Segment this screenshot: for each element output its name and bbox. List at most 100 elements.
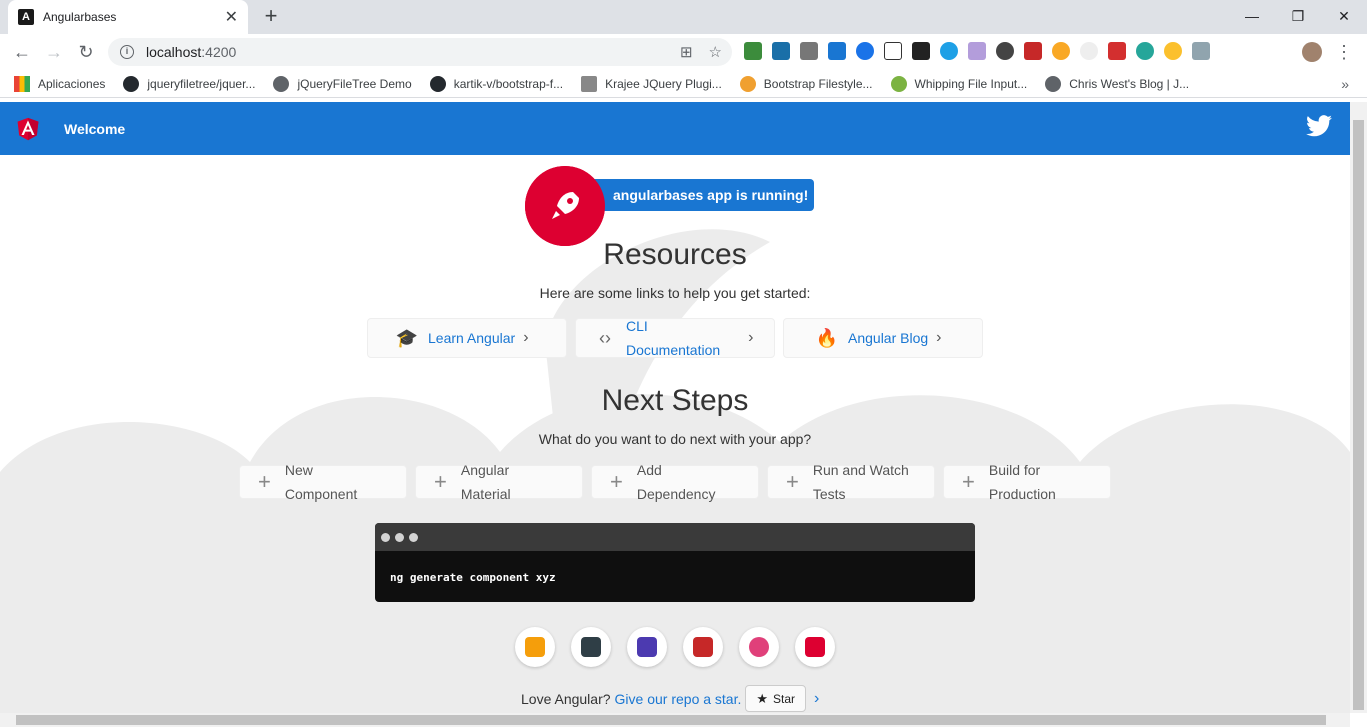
site-info-icon[interactable]: i [120,45,134,59]
terminal-dot [381,532,390,542]
angular-blog-card[interactable]: 🔥 Angular Blog › [783,318,983,358]
step-build-production[interactable]: + Build for Production [943,462,1111,502]
extension-icon[interactable] [1024,42,1042,60]
love-angular-row: Love Angular? Give our repo a star. ★ St… [521,685,819,712]
partner-links [515,627,835,667]
extension-icon[interactable] [1136,42,1154,60]
chevron-right-icon: › [936,329,942,346]
resources-subtitle: Here are some links to help you get star… [539,285,811,301]
extension-icon[interactable] [884,42,902,60]
translate-icon[interactable]: ⊞ [680,43,693,61]
nx-link[interactable] [627,627,667,667]
terminal-header [375,523,975,551]
chevron-right-icon[interactable]: › [814,690,819,708]
terminal-dot [409,532,418,542]
bookmark-item[interactable]: jQueryFileTree Demo [273,76,412,92]
krajee-icon [581,76,598,92]
close-tab-icon[interactable]: ✕ [225,7,238,27]
extensions-bar [744,42,1210,60]
step-add-dependency[interactable]: + Add Dependency [591,462,759,502]
gitter-icon [805,637,825,657]
gitter-link[interactable] [795,627,835,667]
github-icon [429,76,446,92]
bookmark-item[interactable]: Bootstrap Filestyle... [739,76,873,92]
extension-icon[interactable] [1052,42,1070,60]
globe-icon [1045,76,1062,92]
step-run-watch-tests[interactable]: + Run and Watch Tests [767,462,935,502]
extension-icon[interactable] [1080,42,1098,60]
plus-icon: + [258,469,271,494]
next-steps-heading: Next Steps [601,384,749,417]
extension-icon[interactable] [856,42,874,60]
meetup-link[interactable] [739,627,779,667]
extension-icon[interactable] [1108,42,1126,60]
horizontal-scrollbar[interactable] [0,713,1350,727]
filestyle-icon [739,76,756,92]
browser-menu-icon[interactable]: ⋮ [1335,42,1353,63]
augury-link[interactable] [683,627,723,667]
star-button[interactable]: ★ Star [745,685,807,712]
extension-icon[interactable] [772,42,790,60]
learn-angular-card[interactable]: 🎓 Learn Angular › [367,318,567,358]
extension-icon[interactable] [1192,42,1210,60]
reload-button[interactable]: ↻ [74,40,98,64]
cli-documentation-card[interactable]: ‹› CLI Documentation › [575,318,775,358]
cli-link[interactable] [571,627,611,667]
bookmark-item[interactable]: Aplicaciones [14,76,105,92]
forward-button[interactable]: → [42,40,66,64]
extension-icon[interactable] [968,42,986,60]
code-icon: ‹› [599,327,611,348]
repo-star-link[interactable]: Give our repo a star. [615,691,742,707]
app-toolbar: Welcome [0,102,1350,155]
moon-shield-icon [637,637,657,657]
extension-icon[interactable] [744,42,762,60]
bookmark-item[interactable]: Krajee JQuery Plugi... [581,76,722,92]
apps-grid-icon [14,76,30,92]
layers-icon [525,637,545,657]
graduation-cap-icon: 🎓 [395,327,419,348]
restore-button[interactable]: ❐ [1275,0,1321,32]
bookmark-item[interactable]: Whipping File Input... [890,76,1027,92]
more-bookmarks-icon[interactable]: » [1341,76,1349,92]
terminal-shield-icon [581,637,601,657]
extension-icon[interactable] [828,42,846,60]
chevron-right-icon: › [748,329,754,346]
browser-toolbar: ← → ↻ i localhost:4200 ⊞ ☆ [0,34,1367,71]
extension-icon[interactable] [996,42,1014,60]
plus-icon: + [786,469,799,494]
bookmark-item[interactable]: kartik-v/bootstrap-f... [429,76,563,92]
meetup-icon [749,637,769,657]
step-angular-material[interactable]: + Angular Material [415,462,583,502]
terminal-command: ng generate component xyz [390,571,556,584]
close-window-button[interactable]: ✕ [1321,0,1367,32]
minimize-button[interactable]: — [1229,0,1275,32]
twitter-icon[interactable] [1306,115,1332,137]
step-new-component[interactable]: + New Component [239,462,407,502]
flame-icon: 🔥 [815,327,839,348]
scroll-thumb[interactable] [1353,120,1364,710]
extension-icon[interactable] [912,42,930,60]
lighthouse-shield-icon [693,637,713,657]
tab-strip: A Angularbases ✕ + — ❐ ✕ [0,0,1367,34]
tab-angularbases[interactable]: A Angularbases ✕ [8,0,248,34]
plus-icon: + [434,469,447,494]
leaf-icon [890,76,907,92]
star-icon: ★ [756,690,769,706]
bookmark-star-icon[interactable]: ☆ [709,43,722,61]
bookmark-item[interactable]: Chris West's Blog | J... [1045,76,1189,92]
back-button[interactable]: ← [10,40,34,64]
vertical-scrollbar[interactable] [1350,102,1367,713]
extension-icon[interactable] [800,42,818,60]
next-steps-subtitle: What do you want to do next with your ap… [538,431,812,447]
animations-link[interactable] [515,627,555,667]
extension-icon[interactable] [1164,42,1182,60]
plus-icon: + [610,469,623,494]
extension-icon[interactable] [940,42,958,60]
address-bar[interactable]: i localhost:4200 ⊞ ☆ [108,38,732,66]
new-tab-button[interactable]: + [260,5,282,27]
terminal-panel: ng generate component xyz [375,523,975,602]
profile-avatar[interactable] [1302,42,1322,62]
bookmark-item[interactable]: jqueryfiletree/jquer... [123,76,255,92]
scroll-thumb[interactable] [16,715,1326,725]
url-text: localhost:4200 [146,44,237,60]
